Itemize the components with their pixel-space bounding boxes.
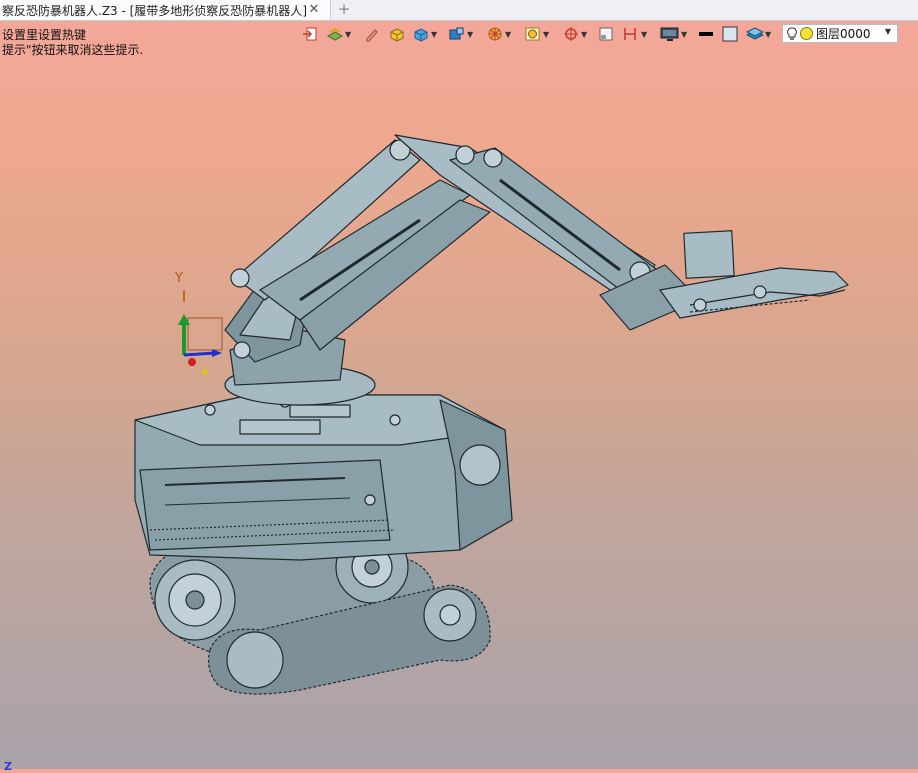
monitor-icon (660, 27, 679, 41)
line-weight-button[interactable] (698, 24, 714, 44)
display-button[interactable]: ▼ (660, 24, 687, 44)
view-cube-button[interactable]: ▼ (448, 24, 473, 44)
color-button[interactable] (722, 24, 738, 44)
layer-color-dot (800, 27, 813, 40)
cube-icon (414, 28, 428, 42)
cube-view-button[interactable]: ▼ (412, 24, 437, 44)
close-tab-icon[interactable]: ✕ (306, 0, 322, 20)
chevron-down-icon: ▼ (345, 29, 352, 39)
chevron-down-icon: ▼ (581, 29, 588, 39)
chevron-down-icon: ▼ (765, 29, 772, 39)
chassis (134, 394, 513, 561)
chevron-down-icon: ▼ (431, 29, 438, 39)
dimension-icon (624, 28, 636, 40)
color-swatch-icon (722, 26, 738, 42)
chevron-down-icon: ▼ (681, 29, 688, 39)
robot-model (134, 134, 849, 695)
gripper (599, 230, 849, 331)
layers-button[interactable]: ▼ (746, 24, 771, 44)
solid-button[interactable] (388, 24, 406, 44)
document-tab[interactable]: 察反恐防暴机器人.Z3 - [履带多地形侦察反恐防暴机器人] ✕ (0, 0, 331, 20)
chevron-down-icon: ▼ (467, 29, 474, 39)
chevron-down-icon: ▼ (543, 29, 550, 39)
chevron-down-icon: ▼ (884, 27, 891, 36)
z-axis-label: Z (4, 760, 12, 773)
wheel-icon (488, 27, 502, 41)
new-tab-icon[interactable]: + (336, 0, 352, 20)
axis-triad (178, 290, 223, 375)
sketch-button[interactable] (364, 24, 378, 44)
view-cube-icon (449, 27, 464, 40)
crosshair-icon (564, 27, 578, 41)
window-icon (599, 27, 613, 41)
frame-icon (525, 27, 540, 41)
render-mode-button[interactable]: ▼ (486, 24, 511, 44)
layers-icon (746, 27, 764, 40)
layer-group-icon (326, 27, 344, 41)
snap-button[interactable]: ▼ (562, 24, 587, 44)
y-axis-label: Y (174, 271, 183, 286)
3d-viewport[interactable]: Y (0, 60, 918, 769)
hint-line-2: 提示"按钮来取消这些提示. (2, 43, 144, 57)
exit-button[interactable] (302, 24, 318, 44)
exit-icon (303, 27, 317, 41)
pencil-icon (366, 29, 378, 42)
chevron-down-icon: ▼ (641, 29, 648, 39)
document-tab-title: 察反恐防暴机器人.Z3 - [履带多地形侦察反恐防暴机器人] (2, 3, 307, 18)
chevron-down-icon: ▼ (505, 29, 512, 39)
layer-group-button[interactable]: ▼ (326, 24, 351, 44)
lightbulb-icon (787, 27, 797, 40)
frame-button[interactable]: ▼ (524, 24, 549, 44)
layer-dropdown-value: 图层0000 (816, 27, 871, 41)
window-button[interactable] (598, 24, 614, 44)
solid-box-icon (390, 28, 404, 42)
dimension-button[interactable]: ▼ (622, 24, 647, 44)
tab-bar: 察反恐防暴机器人.Z3 - [履带多地形侦察反恐防暴机器人] ✕ + (0, 0, 918, 21)
line-weight-icon (699, 32, 713, 36)
layer-dropdown[interactable]: 图层0000 ▼ (782, 24, 898, 43)
